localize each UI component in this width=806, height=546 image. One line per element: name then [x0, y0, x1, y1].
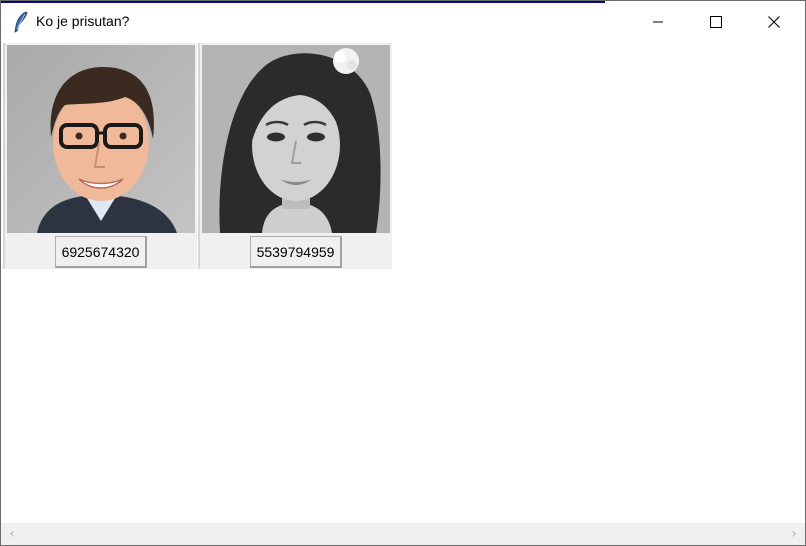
minimize-button[interactable]: [629, 3, 687, 41]
feather-icon: [13, 11, 29, 33]
scroll-left-arrow-icon[interactable]: ‹: [5, 527, 19, 541]
person-card: 5539794959: [198, 43, 392, 269]
window-title: Ko je prisutan?: [36, 13, 130, 29]
grayscale-photo-of-woman: [202, 45, 390, 233]
close-icon: [768, 16, 780, 28]
scroll-right-arrow-icon[interactable]: ›: [787, 527, 801, 541]
close-button[interactable]: [745, 3, 803, 41]
content-area: 6925674320 5539794959: [1, 41, 805, 523]
title-bar[interactable]: Ko je prisutan?: [1, 3, 805, 41]
maximize-icon: [710, 16, 722, 28]
horizontal-scrollbar[interactable]: ‹ ›: [1, 523, 805, 545]
app-window: Ko je prisutan? 6925674320 5539794959 ‹ …: [0, 0, 806, 546]
photo-of-man-with-glasses: [7, 45, 195, 233]
person-id-button[interactable]: 5539794959: [250, 236, 342, 268]
person-id-button[interactable]: 6925674320: [55, 236, 147, 268]
person-card: 6925674320: [3, 43, 197, 269]
maximize-button[interactable]: [687, 3, 745, 41]
minimize-icon: [653, 21, 663, 23]
